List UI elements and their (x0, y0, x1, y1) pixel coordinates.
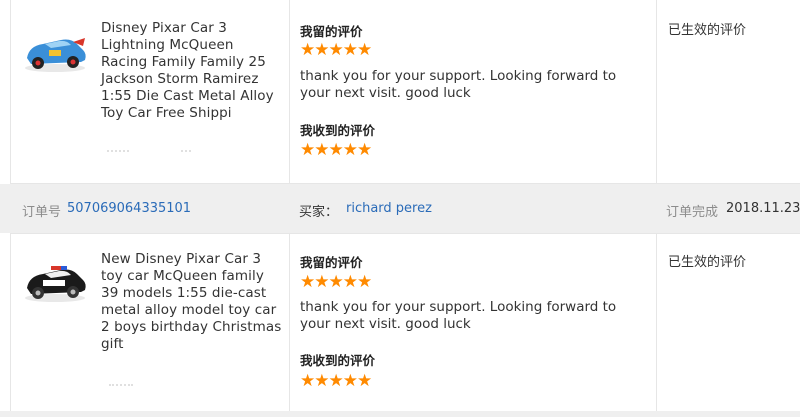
order-card: New Disney Pixar Car 3 toy car McQueen f… (10, 233, 800, 411)
product-cell: New Disney Pixar Car 3 toy car McQueen f… (11, 234, 289, 411)
review-status: 已生效的评价 (668, 255, 747, 270)
my-review-label: 我留的评价 (300, 255, 363, 270)
status-cell: 已生效的评价 (656, 234, 800, 411)
divider (107, 150, 129, 154)
completed-date: 2018.11.23 (726, 201, 800, 216)
review-cell: 我留的评价 ★★★★★ thank you for your support. … (289, 0, 657, 183)
order-info-bar: 订单号 507069064335101 买家： richard perez 订单… (0, 184, 800, 233)
order-number-link[interactable]: 507069064335101 (67, 201, 191, 216)
received-review-stars: ★★★★★ (300, 371, 372, 391)
product-thumbnail[interactable] (21, 258, 89, 306)
divider (109, 384, 133, 388)
received-review-label: 我收到的评价 (300, 123, 376, 138)
my-review-text: thank you for your support. Looking forw… (300, 68, 617, 101)
product-title[interactable]: Disney Pixar Car 3 Lightning McQueen Rac… (101, 20, 283, 122)
buyer-label: 买家： (299, 205, 339, 220)
completed-label: 订单完成 (666, 205, 719, 220)
my-review-label: 我留的评价 (300, 24, 363, 39)
product-title[interactable]: New Disney Pixar Car 3 toy car McQueen f… (101, 251, 283, 353)
order-card: Disney Pixar Car 3 Lightning McQueen Rac… (10, 0, 800, 184)
my-review-stars: ★★★★★ (300, 272, 372, 292)
divider (181, 150, 191, 154)
review-cell: 我留的评价 ★★★★★ thank you for your support. … (289, 234, 657, 411)
product-thumbnail[interactable] (21, 28, 89, 76)
product-cell: Disney Pixar Car 3 Lightning McQueen Rac… (11, 0, 289, 183)
review-status: 已生效的评价 (668, 23, 747, 38)
bottom-divider (0, 411, 800, 417)
status-cell: 已生效的评价 (656, 0, 800, 183)
order-number-label: 订单号 (22, 205, 62, 220)
my-review-text: thank you for your support. Looking forw… (300, 299, 617, 332)
buyer-name-link[interactable]: richard perez (346, 201, 432, 216)
my-review-stars: ★★★★★ (300, 40, 372, 60)
received-review-stars: ★★★★★ (300, 140, 372, 160)
received-review-label: 我收到的评价 (300, 353, 376, 368)
